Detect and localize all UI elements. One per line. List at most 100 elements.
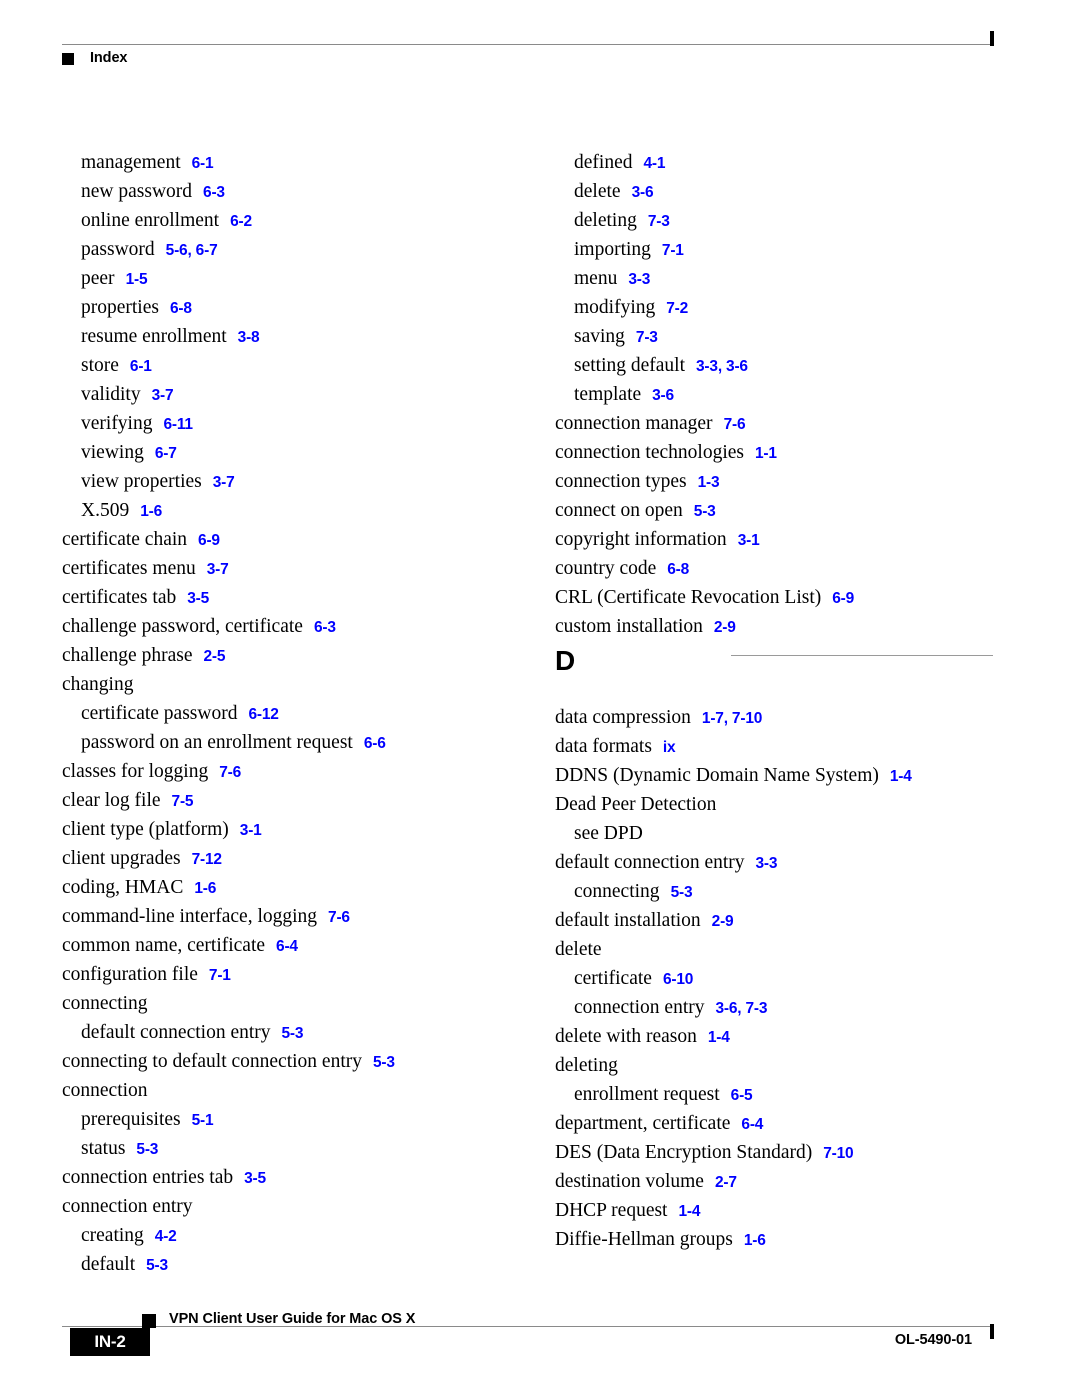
index-entry-page-reference[interactable]: 3-7 [207,561,229,578]
index-entry: default connection entry 5-3 [62,1018,502,1047]
index-entry-page-reference[interactable]: 6-8 [170,300,192,317]
document-id: OL-5490-01 [894,1332,972,1348]
index-entry-page-reference[interactable]: 7-6 [219,764,241,781]
index-entry-page-reference[interactable]: 5-6, 6-7 [166,242,218,259]
index-entry-term: classes for logging [62,761,209,782]
index-entry-page-reference[interactable]: 3-8 [238,329,260,346]
index-entry-page-reference[interactable]: 1-4 [890,768,912,785]
index-entry-page-reference[interactable]: 6-3 [203,184,225,201]
index-entry-page-reference[interactable]: 5-3 [694,503,716,520]
index-entry-page-reference[interactable]: 7-1 [662,242,684,259]
index-entry-term: template [574,384,642,405]
index-entry-page-reference[interactable]: 6-1 [130,358,152,375]
index-entry-page-reference[interactable]: 5-3 [671,884,693,901]
index-entry-page-reference[interactable]: 7-10 [823,1145,853,1162]
index-entry-page-reference[interactable]: 6-2 [230,213,252,230]
index-entry: command-line interface, logging 7-6 [62,902,502,931]
index-entry-page-reference[interactable]: 1-1 [755,445,777,462]
index-entry-term: challenge password, certificate [62,616,303,637]
index-entry-page-reference[interactable]: 1-6 [744,1232,766,1249]
index-entry-page-reference[interactable]: 7-6 [724,416,746,433]
index-entry-page-reference[interactable]: 3-1 [240,822,262,839]
index-entry-page-reference[interactable]: 6-7 [155,445,177,462]
index-entry-page-reference[interactable]: 1-6 [194,880,216,897]
index-entry-term: country code [555,558,657,579]
index-entry-page-reference[interactable]: 7-3 [636,329,658,346]
index-entry-term: certificates tab [62,587,177,608]
index-entry-page-reference[interactable]: 7-3 [648,213,670,230]
index-entry-page-reference[interactable]: 1-4 [708,1029,730,1046]
index-entry-page-reference[interactable]: 5-3 [282,1025,304,1042]
index-entry-page-reference[interactable]: 6-9 [198,532,220,549]
index-entry-page-reference[interactable]: 1-6 [140,503,162,520]
index-entry-page-reference[interactable]: 7-1 [209,967,231,984]
index-entry-page-reference[interactable]: 3-7 [213,474,235,491]
index-entry: connection types 1-3 [555,467,995,496]
index-entry-page-reference[interactable]: 6-8 [667,561,689,578]
index-entry-page-reference[interactable]: 6-4 [741,1116,763,1133]
index-entry-term: changing [62,674,134,695]
index-entry-page-reference[interactable]: 2-9 [712,913,734,930]
index-entry-page-reference[interactable]: 6-6 [364,735,386,752]
index-entry-page-reference[interactable]: ix [663,739,676,756]
index-entry-page-reference[interactable]: 1-3 [698,474,720,491]
index-entry: status 5-3 [62,1134,502,1163]
index-entry-page-reference[interactable]: 3-7 [152,387,174,404]
index-entry-term: default [81,1254,136,1275]
index-entry-term: command-line interface, logging [62,906,318,927]
index-entry-term: connecting [62,993,148,1014]
index-entry-page-reference[interactable]: 6-4 [276,938,298,955]
index-entry-page-reference[interactable]: 6-5 [731,1087,753,1104]
index-entry-page-reference[interactable]: 3-6 [632,184,654,201]
index-entry-term: connection manager [555,413,713,434]
index-entry-term: connection technologies [555,442,744,463]
index-entry-page-reference[interactable]: 1-7, 7-10 [702,710,762,727]
index-entry: importing 7-1 [555,235,995,264]
index-entry: connecting 5-3 [555,877,995,906]
index-entry-page-reference[interactable]: 4-2 [155,1228,177,1245]
index-entry: certificate chain 6-9 [62,525,502,554]
index-entry-page-reference[interactable]: 6-10 [663,971,693,988]
index-entry-term: connecting [574,881,660,902]
index-entry-page-reference[interactable]: 6-11 [163,416,193,433]
index-entry-page-reference[interactable]: 1-4 [678,1203,700,1220]
index-entry: connecting [62,989,502,1018]
index-entry-page-reference[interactable]: 7-5 [172,793,194,810]
index-entry: Dead Peer Detection [555,790,995,819]
index-entry: CRL (Certificate Revocation List) 6-9 [555,583,995,612]
index-entry-page-reference[interactable]: 5-3 [373,1054,395,1071]
index-entry-page-reference[interactable]: 3-5 [244,1170,266,1187]
index-entry-page-reference[interactable]: 2-7 [715,1174,737,1191]
index-entry-page-reference[interactable]: 6-1 [192,155,214,172]
index-entry-term: coding, HMAC [62,877,184,898]
index-entry: configuration file 7-1 [62,960,502,989]
index-entry-page-reference[interactable]: 4-1 [643,155,665,172]
index-entry-term: configuration file [62,964,198,985]
index-entry-page-reference[interactable]: 5-3 [136,1141,158,1158]
index-entry-term: certificates menu [62,558,196,579]
index-entry-page-reference[interactable]: 6-9 [832,590,854,607]
index-entry-page-reference[interactable]: 7-6 [328,909,350,926]
index-entry-page-reference[interactable]: 5-1 [192,1112,214,1129]
index-entry-page-reference[interactable]: 7-2 [666,300,688,317]
index-entry-page-reference[interactable]: 3-3 [628,271,650,288]
index-entry-page-reference[interactable]: 3-3 [756,855,778,872]
index-entry: connection manager 7-6 [555,409,995,438]
index-entry-page-reference[interactable]: 3-3, 3-6 [696,358,748,375]
index-entry-page-reference[interactable]: 6-3 [314,619,336,636]
index-entry-page-reference[interactable]: 3-5 [187,590,209,607]
index-entry-page-reference[interactable]: 6-12 [248,706,278,723]
index-entry-page-reference[interactable]: 7-12 [192,851,222,868]
index-entry-page-reference[interactable]: 2-5 [203,648,225,665]
index-entry-page-reference[interactable]: 5-3 [146,1257,168,1274]
index-entry-page-reference[interactable]: 2-9 [714,619,736,636]
index-entry-page-reference[interactable]: 1-5 [126,271,148,288]
index-entry-term: connection types [555,471,687,492]
index-entry-page-reference[interactable]: 3-6, 7-3 [716,1000,768,1017]
index-entry-page-reference[interactable]: 3-6 [652,387,674,404]
index-entry-page-reference[interactable]: 3-1 [738,532,760,549]
index-entry-term: client upgrades [62,848,181,869]
index-entry-term: delete [555,939,602,960]
index-entry: copyright information 3-1 [555,525,995,554]
index-entry-term: password [81,239,155,260]
